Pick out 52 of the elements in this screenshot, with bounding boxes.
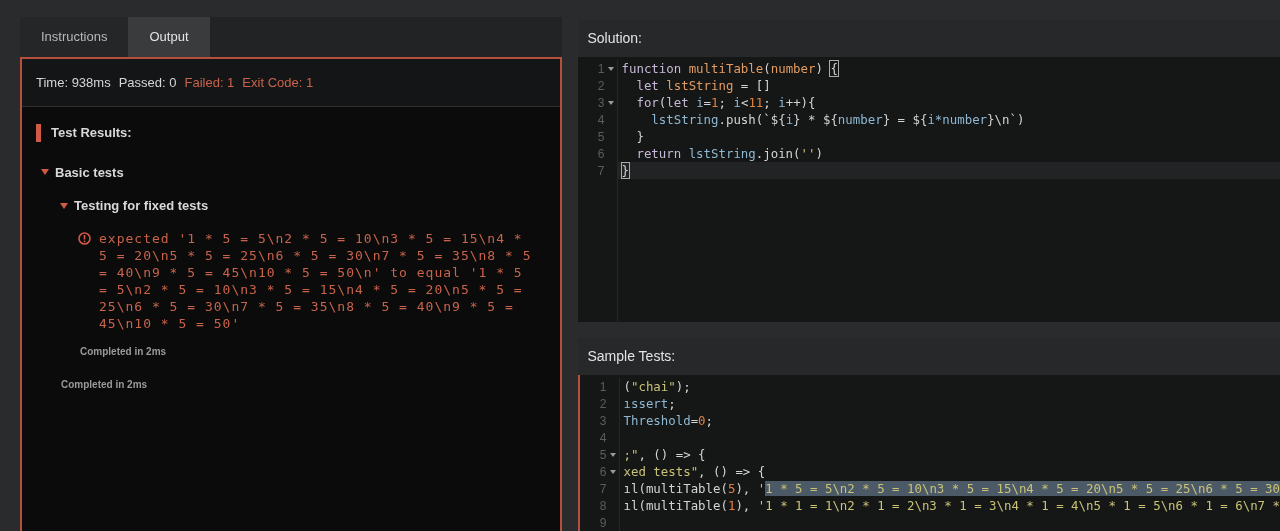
line-number: 5 <box>599 446 607 464</box>
line-number: 9 <box>599 514 607 531</box>
code-line: for(let i=1; i<11; i++){ <box>635 94 817 111</box>
code-editor[interactable]: 1 2 3 4 5 6 7 function multiTable(number) { let lstString = [] for(let i=1; i<11; i++){ lstString.push(`${i} * ${number} = ${i*number}\n`) } return lstString.join('') } <box>577 57 1280 322</box>
tab[interactable]: Output <box>128 17 210 57</box>
line-number: 6 <box>599 463 607 481</box>
line-number: 5 <box>597 128 605 146</box>
line-number: 4 <box>599 429 607 447</box>
fold-caret-icon[interactable] <box>607 99 615 106</box>
test-group-label[interactable]: Basic tests <box>55 162 124 182</box>
error-message: expected '1 * 5 = 5\n2 * 5 = 10\n3 * 5 = 15\n4 * 5 = 20\n5 * 5 = 25\n6 * 5 = 30\n7 * 5 = 35\n8 * 5 = 40\n9 * 5 = 45\n10 * 5 = 50\n' to equal '1 * 5 = 5\n2 * 5 = 10\n3 * 5 = 15\n4 * 5 = 20\n5 * 5 = 25\n6 * 5 = 30\n7 * 5 = 35\n8 * 5 = 40\n9 * 5 = 45\n10 * 5 = 50' <box>99 229 533 332</box>
line-number: 2 <box>599 395 607 413</box>
line-number: 1 <box>599 378 607 396</box>
code-line: ;", () => { <box>622 446 707 463</box>
panel-title: Solution: <box>577 20 1280 57</box>
completed-text: Completed in 2ms <box>79 344 168 359</box>
code-line: ıl(multiTable(5), '1 * 5 = 5\n2 * 5 = 10\n3 * 5 = 15\n4 * 5 = 20\n5 * 5 = 25\n6 * 5 = 30 <box>622 480 1280 497</box>
fold-caret-icon[interactable] <box>609 468 617 475</box>
summary-text: Time: 938ms <box>36 73 111 92</box>
line-number: 6 <box>597 145 605 163</box>
summary-text: Exit Code: 1 <box>242 73 314 92</box>
heading-marker <box>36 123 41 142</box>
code-line: } <box>635 128 645 145</box>
line-number: 1 <box>597 60 605 78</box>
fold-caret-icon[interactable] <box>607 65 615 72</box>
test-case-label[interactable]: Testing for fixed tests <box>74 196 209 216</box>
code-line: xed tests", () => { <box>622 463 767 480</box>
completed-text: Completed in 2ms <box>60 377 149 392</box>
caret-down-icon[interactable] <box>60 201 68 210</box>
line-number: 8 <box>599 497 607 515</box>
error-icon <box>78 231 91 245</box>
summary-text: Failed: 1 <box>184 73 235 92</box>
line-number: 3 <box>597 94 605 112</box>
line-number: 4 <box>597 111 605 129</box>
fold-caret-icon[interactable] <box>609 451 617 458</box>
line-number: 7 <box>597 162 605 180</box>
summary-text: Passed: 0 <box>118 73 177 92</box>
code-line: lstString.push(`${i} * ${number} = ${i*number}\n`) <box>650 111 1026 128</box>
code-line: ıssert; <box>622 395 677 412</box>
line-number: 7 <box>599 480 607 498</box>
code-editor[interactable] <box>577 375 1280 531</box>
line-number: 2 <box>597 77 605 95</box>
code-line: return lstString.join('') <box>635 145 824 162</box>
code-line: function multiTable(number) { <box>620 60 839 77</box>
code-line: ıl(multiTable(1), '1 * 1 = 1\n2 * 1 = 2\n3 * 1 = 3\n4 * 1 = 4\n5 * 1 = 5\n6 * 1 = 6\n7 * <box>622 497 1280 514</box>
panel-title: Sample Tests: <box>577 338 1280 375</box>
results-heading: Test Results: <box>51 124 132 142</box>
caret-down-icon[interactable] <box>41 168 49 177</box>
line-number: 3 <box>599 412 607 430</box>
code-line: ("chai"); <box>622 378 692 395</box>
code-line: let lstString = [] <box>635 77 772 94</box>
code-line: Threshold=0; <box>622 412 715 429</box>
